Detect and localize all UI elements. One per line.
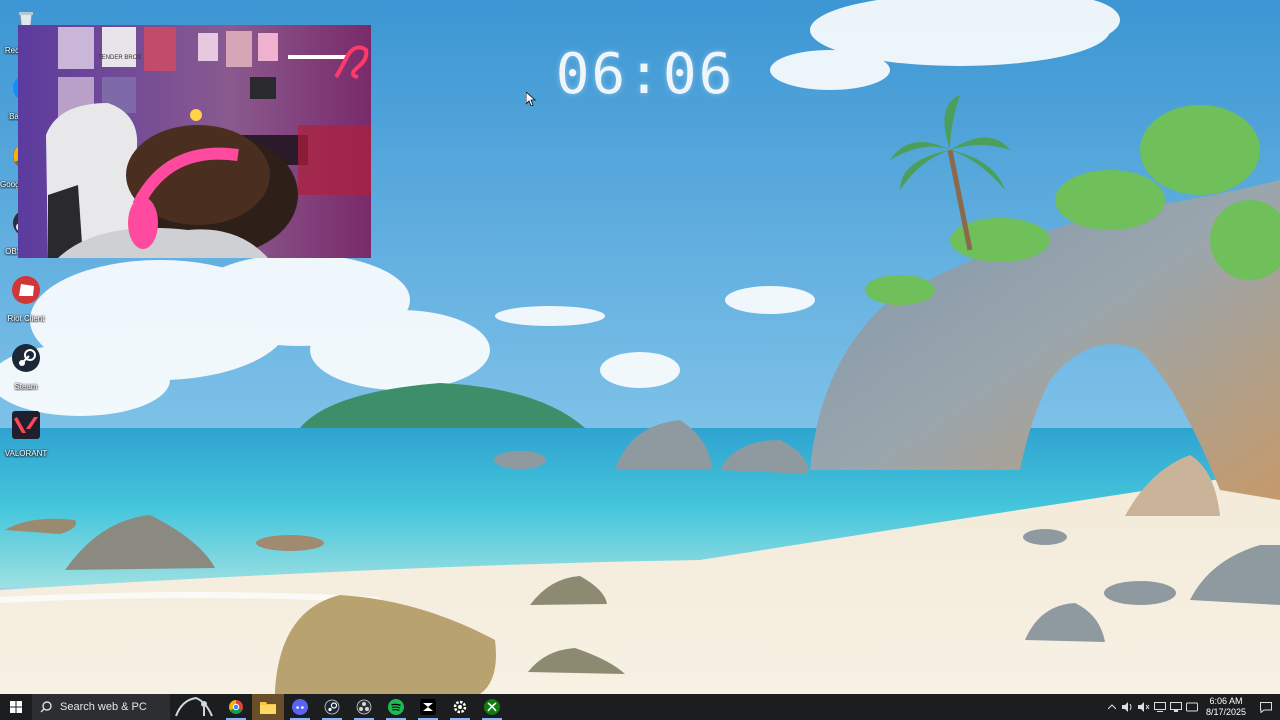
webcam-overlay: TENDER BROS	[18, 25, 371, 258]
taskbar-settings[interactable]	[444, 694, 476, 720]
taskbar-spotify[interactable]	[380, 694, 412, 720]
search-highlight-button[interactable]	[170, 694, 220, 720]
obs-icon	[356, 699, 372, 715]
taskbar-obs[interactable]	[348, 694, 380, 720]
taskbar-discord[interactable]	[284, 694, 316, 720]
keyboard-icon	[1185, 702, 1198, 712]
desktop-icon-label: VALORANT	[4, 449, 48, 458]
taskbar-search-box[interactable]: Search web & PC	[32, 694, 170, 720]
tray-display[interactable]	[1152, 694, 1168, 720]
chair-brand-text: TENDER BROS	[98, 55, 141, 61]
tray-clock[interactable]: 6:06 AM 8/17/2025	[1200, 696, 1252, 718]
settings-icon	[453, 700, 467, 714]
search-highlight-icon	[175, 696, 213, 717]
search-placeholder: Search web & PC	[60, 701, 147, 713]
speaker-icon	[1121, 702, 1132, 712]
notification-icon	[1260, 701, 1272, 713]
spotify-icon	[388, 699, 404, 715]
tray-network[interactable]	[1168, 694, 1184, 720]
search-icon	[40, 701, 52, 713]
steam-icon	[12, 344, 40, 372]
desktop-icon-riot-client[interactable]: Riot Client	[0, 274, 52, 323]
show-hidden-icons-button[interactable]	[1104, 694, 1120, 720]
taskbar-chrome[interactable]	[220, 694, 252, 720]
windows-logo-icon	[10, 701, 22, 713]
file-explorer-icon	[260, 702, 276, 714]
start-button[interactable]	[0, 694, 32, 720]
tray-time: 6:06 AM	[1209, 696, 1243, 706]
mouse-cursor-icon	[526, 92, 536, 106]
chevron-up-icon	[1107, 704, 1116, 710]
desktop-icon-label: Riot Client	[7, 314, 45, 323]
valorant-icon	[12, 411, 40, 439]
network-icon	[1169, 702, 1182, 712]
system-tray: 6:06 AM 8/17/2025	[1104, 694, 1280, 720]
tray-volume-muted[interactable]	[1136, 694, 1152, 720]
desktop-icon-steam[interactable]: Steam	[0, 342, 52, 391]
xbox-icon	[484, 699, 500, 715]
taskbar-xbox[interactable]	[476, 694, 508, 720]
taskbar: Search web & PC 6:06 AM 8/17/2025	[0, 694, 1280, 720]
taskbar-steam[interactable]	[316, 694, 348, 720]
desktop-icon-label: Steam	[14, 382, 38, 391]
desktop-icon-valorant[interactable]: VALORANT	[0, 409, 52, 458]
riot-client-icon	[12, 276, 40, 304]
tray-date: 8/17/2025	[1205, 707, 1246, 717]
clock-widget: 06:06	[555, 42, 735, 107]
chrome-icon	[229, 700, 243, 714]
capcut-icon	[420, 699, 436, 715]
tray-language[interactable]	[1184, 694, 1200, 720]
discord-icon	[292, 699, 308, 715]
volume-muted-icon	[1137, 702, 1150, 712]
display-icon	[1153, 702, 1166, 712]
taskbar-file-explorer[interactable]	[252, 694, 284, 720]
action-center-button[interactable]	[1252, 694, 1280, 720]
taskbar-capcut[interactable]	[412, 694, 444, 720]
steam-icon	[324, 699, 340, 715]
tray-speaker[interactable]	[1120, 694, 1136, 720]
